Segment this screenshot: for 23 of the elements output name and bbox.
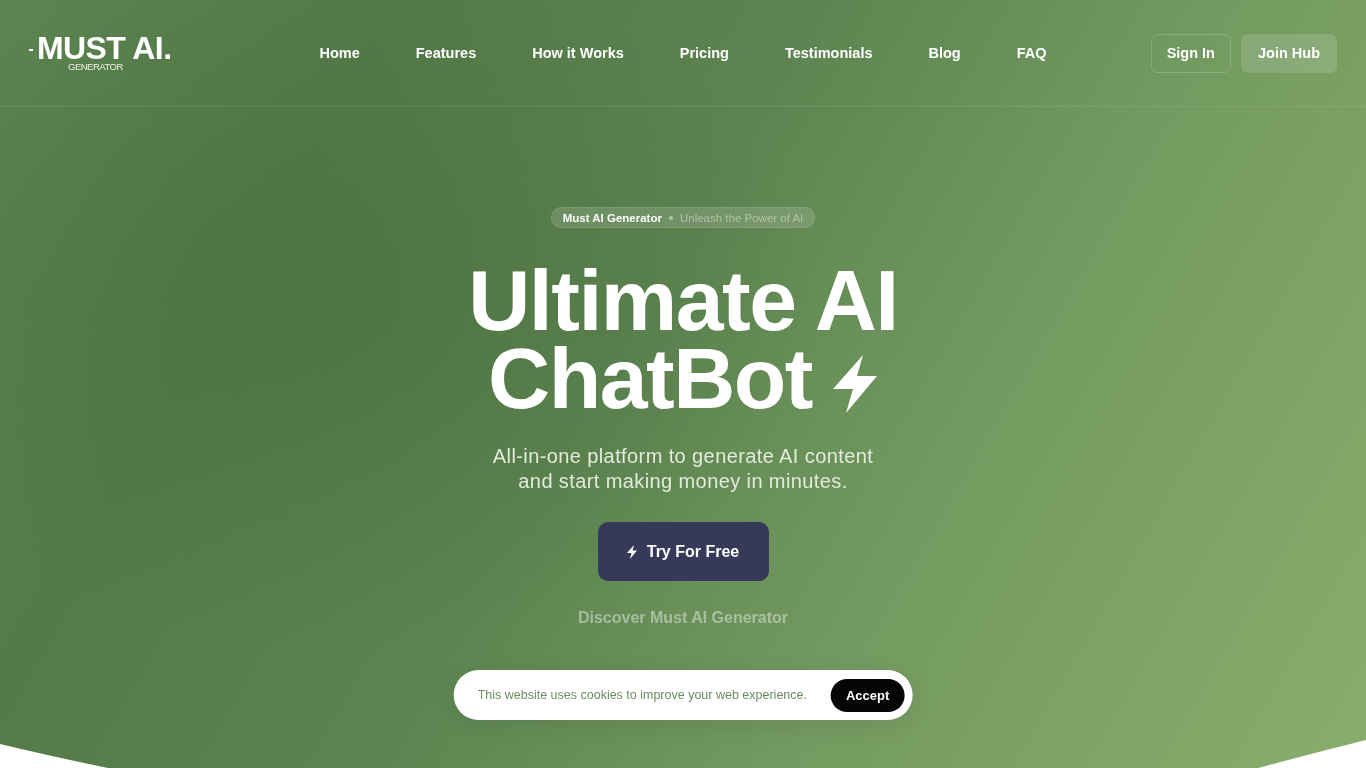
accept-button[interactable]: Accept <box>831 678 905 712</box>
lightning-bolt-icon <box>831 355 878 413</box>
separator-dot-icon <box>668 215 673 220</box>
sign-in-button[interactable]: Sign In <box>1150 33 1231 73</box>
join-button[interactable]: Join Hub <box>1240 33 1337 73</box>
logo-mark-icon <box>29 48 33 51</box>
nav-link[interactable]: FAQ <box>1016 45 1047 61</box>
nav-link[interactable]: Features <box>415 45 477 61</box>
badge-title: Must AI Generator <box>562 211 662 224</box>
cookie-message: This website uses cookies to improve your web experience. <box>477 688 807 702</box>
headline-line: ChatBot <box>488 339 812 417</box>
badge-tagline: Unleash the Power of AI <box>679 211 804 224</box>
hero-subtitle: All-in-one platform to generate AI content and start making money in minutes. <box>491 444 875 494</box>
lightning-bolt-icon <box>626 544 637 559</box>
headline-line: Ultimate AI <box>468 261 898 339</box>
nav-link[interactable]: Testimonials <box>784 45 873 61</box>
nav-link[interactable]: Home <box>319 45 360 61</box>
nav-link[interactable]: Blog <box>928 45 961 61</box>
nav-link[interactable]: Pricing <box>679 45 729 61</box>
logo-tagline: GENERATOR <box>68 60 123 72</box>
logo-wordmark[interactable]: MUST AI. <box>37 34 172 61</box>
nav-link[interactable]: How it Works <box>532 45 624 61</box>
try-free-button[interactable]: Try For Free <box>597 522 769 581</box>
